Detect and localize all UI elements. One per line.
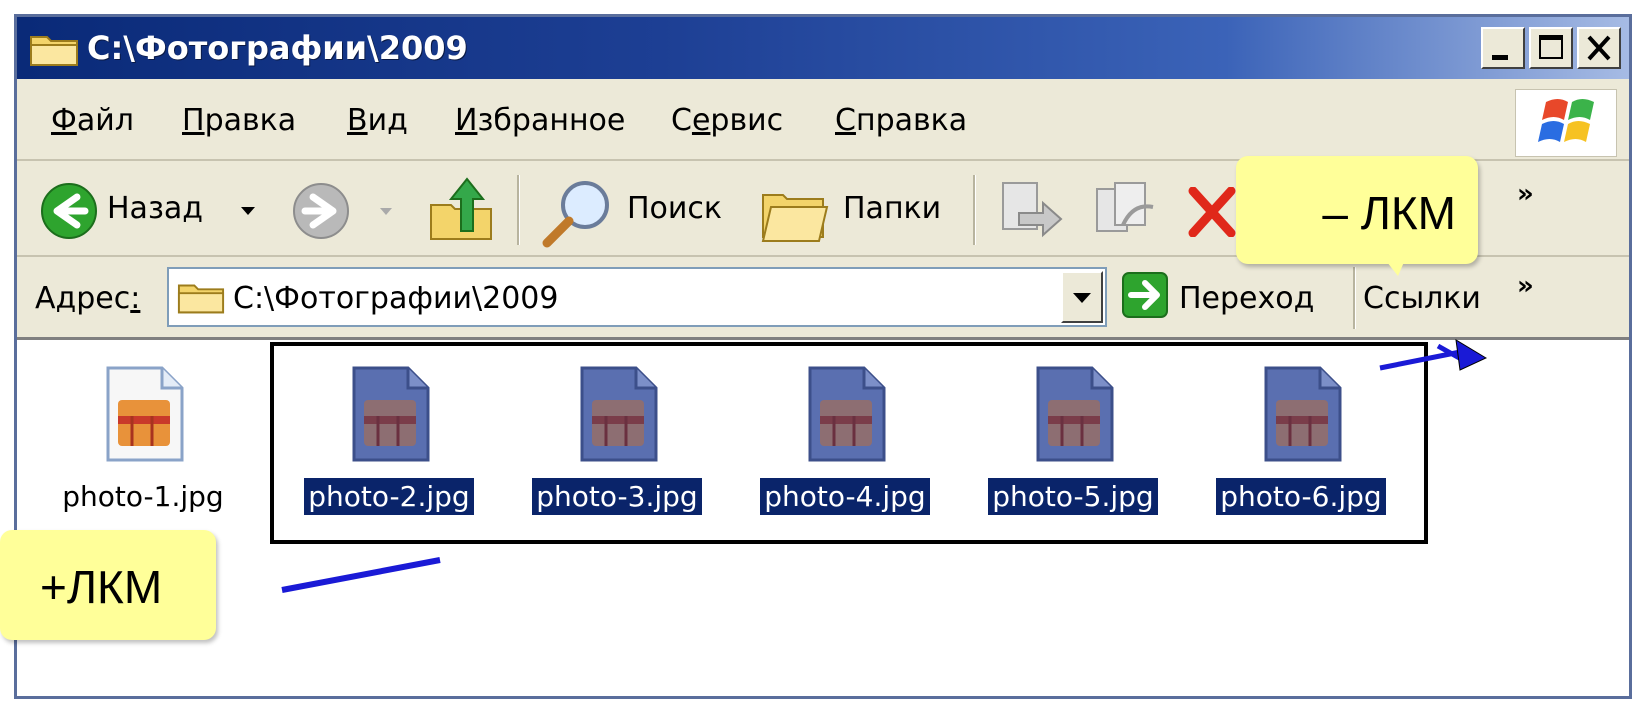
windows-logo	[1515, 89, 1617, 157]
file-item[interactable]: photo-2.jpg	[279, 364, 499, 554]
jpg-file-icon	[106, 366, 184, 462]
callout-text: +ЛКМ	[40, 561, 163, 613]
toolbar-more-chevron[interactable]: »	[1517, 179, 1534, 209]
move-to-icon[interactable]	[997, 179, 1069, 245]
search-icon[interactable]	[537, 177, 617, 249]
menu-tools[interactable]: Сервис	[671, 103, 783, 138]
address-dropdown-button[interactable]	[1061, 271, 1103, 323]
jpg-file-icon	[808, 366, 886, 462]
close-icon	[1587, 35, 1611, 61]
back-arrow-icon[interactable]	[39, 181, 99, 241]
callout-text: – ЛКМ	[1322, 187, 1456, 239]
chevron-down-icon[interactable]	[239, 205, 257, 217]
forward-arrow-icon[interactable]	[291, 181, 351, 241]
chevron-down-icon[interactable]	[379, 207, 393, 217]
menu-favorites[interactable]: Избранное	[455, 103, 625, 138]
maximize-icon	[1539, 35, 1563, 59]
toolbar-separator	[517, 175, 520, 245]
menu-file[interactable]: Файл	[51, 103, 134, 138]
window-controls	[1481, 27, 1621, 71]
jpg-file-icon	[580, 366, 658, 462]
title-bar[interactable]: C:\Фотографии\2009	[17, 17, 1629, 79]
toolbar-separator	[1353, 267, 1356, 329]
address-input[interactable]: C:\Фотографии\2009	[167, 267, 1107, 327]
menu-view[interactable]: Вид	[347, 103, 408, 138]
up-folder-icon[interactable]	[427, 175, 497, 245]
file-name: photo-4.jpg	[760, 478, 930, 515]
go-button-label[interactable]: Переход	[1179, 281, 1314, 316]
chevron-down-icon	[1073, 293, 1091, 303]
file-view[interactable]: photo-1.jpg photo-2.jpg photo-3.jpg phot…	[17, 340, 1629, 696]
close-button[interactable]	[1577, 27, 1621, 69]
delete-icon[interactable]	[1187, 187, 1237, 237]
back-button-label[interactable]: Назад	[107, 191, 203, 226]
folders-icon[interactable]	[759, 179, 831, 245]
windows-flag-icon	[1538, 99, 1594, 142]
toolbar-separator	[973, 175, 976, 245]
callout-tail	[1376, 248, 1410, 276]
file-item[interactable]: photo-4.jpg	[735, 364, 955, 554]
go-arrow-icon[interactable]	[1121, 271, 1169, 319]
file-item[interactable]: photo-3.jpg	[507, 364, 727, 554]
maximize-button[interactable]	[1529, 27, 1573, 69]
menu-bar: Файл Правка Вид Избранное Сервис Справка	[17, 81, 1629, 161]
folder-icon	[177, 284, 225, 314]
file-item[interactable]: photo-1.jpg	[33, 364, 253, 554]
address-label: Адрес:	[35, 281, 141, 316]
file-name: photo-3.jpg	[532, 478, 702, 515]
copy-to-icon[interactable]	[1093, 179, 1165, 245]
menu-edit[interactable]: Правка	[182, 103, 296, 138]
address-value: C:\Фотографии\2009	[233, 281, 559, 316]
folder-icon	[30, 36, 78, 66]
minimize-icon	[1492, 55, 1508, 60]
explorer-window: C:\Фотографии\2009 Файл Правка Вид Избра…	[14, 14, 1632, 699]
file-name: photo-6.jpg	[1216, 478, 1386, 515]
file-name: photo-2.jpg	[304, 478, 474, 515]
window-title: C:\Фотографии\2009	[87, 29, 468, 67]
jpg-file-icon	[352, 366, 430, 462]
callout-plus-lkm: +ЛКМ	[0, 530, 216, 640]
menu-help[interactable]: Справка	[835, 103, 967, 138]
search-button-label[interactable]: Поиск	[627, 191, 722, 226]
file-item[interactable]: photo-5.jpg	[963, 364, 1183, 554]
links-more-chevron[interactable]: »	[1517, 271, 1534, 301]
file-name: photo-5.jpg	[988, 478, 1158, 515]
jpg-file-icon	[1036, 366, 1114, 462]
minimize-button[interactable]	[1481, 27, 1525, 69]
file-item[interactable]: photo-6.jpg	[1191, 364, 1411, 554]
folders-button-label[interactable]: Папки	[843, 191, 941, 226]
file-name: photo-1.jpg	[62, 480, 224, 513]
jpg-file-icon	[1264, 366, 1342, 462]
callout-minus-lkm: – ЛКМ	[1236, 156, 1478, 264]
